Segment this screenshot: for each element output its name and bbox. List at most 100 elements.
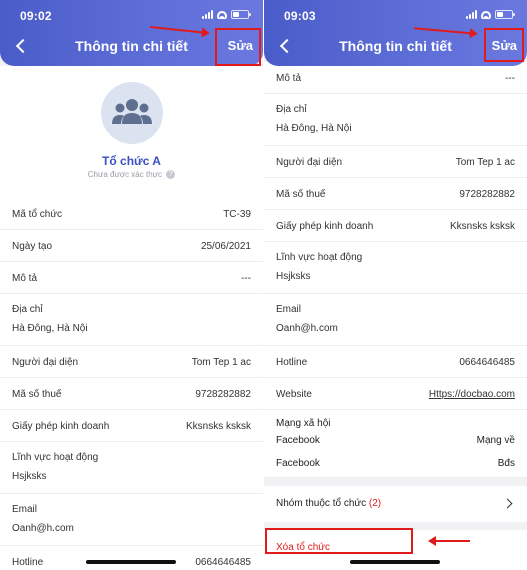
website-link[interactable]: Https://docbao.com (429, 389, 515, 400)
row-label: Hotline (12, 557, 44, 568)
profile-card: Tổ chức A Chưa được xác thực ? (0, 66, 263, 186)
row-address: Địa chỉ Hà Đông, Hà Nội (264, 94, 527, 146)
row-field: Lĩnh vực hoạt động Hsjksks (264, 242, 527, 294)
row-value: Tom Tep 1 ac (455, 157, 515, 168)
right-screen: Mô tả --- Địa chỉ Hà Đông, Hà Nội Người … (264, 0, 527, 570)
row-org-code: Mã tổ chức TC-39 (0, 198, 263, 230)
social-item: Facebook Mạng về (276, 435, 515, 446)
row-label: Mô tả (12, 273, 38, 284)
org-name: Tổ chức A (102, 154, 161, 168)
row-value: 9728282882 (195, 389, 251, 400)
battery-icon (231, 10, 251, 19)
row-label: Người đại diện (276, 157, 343, 168)
delete-highlight-box (265, 528, 413, 554)
row-label: Địa chỉ (276, 104, 307, 115)
row-label: Hotline (276, 357, 308, 368)
row-value: --- (505, 73, 515, 84)
row-value: Hsjksks (12, 471, 47, 482)
row-hotline: Hotline 0664646485 (264, 346, 527, 378)
row-created-date: Ngày tạo 25/06/2021 (0, 230, 263, 262)
row-email: Email Oanh@h.com (0, 494, 263, 546)
spacer (0, 186, 263, 198)
row-value: --- (241, 273, 251, 284)
row-value: 25/06/2021 (200, 241, 251, 252)
row-label: Website (276, 389, 312, 400)
section-gap (264, 478, 527, 486)
row-tax-code: Mã số thuế 9728282882 (0, 378, 263, 410)
social-item: Facebook Bđs (276, 458, 515, 469)
group-membership-row[interactable]: Nhóm thuộc tổ chức (2) (264, 486, 527, 522)
row-website: Website Https://docbao.com (264, 378, 527, 410)
row-representative: Người đại diện Tom Tep 1 ac (0, 346, 263, 378)
annotation-arrow (428, 536, 470, 546)
row-value: 0664646485 (195, 557, 251, 568)
row-label: Ngày tạo (12, 241, 53, 252)
social-value: Bđs (497, 458, 515, 469)
row-tax-code: Mã số thuế 9728282882 (264, 178, 527, 210)
row-value: Kksnsks ksksk (185, 421, 251, 432)
row-label: Mã số thuế (12, 389, 62, 400)
row-label: Lĩnh vực hoạt động (276, 252, 363, 263)
row-label: Người đại diện (12, 357, 79, 368)
help-icon[interactable]: ? (166, 170, 176, 180)
row-hotline: Hotline 0664646485 (0, 546, 263, 570)
row-value: 9728282882 (459, 189, 515, 200)
verify-status: Chưa được xác thực ? (0, 170, 263, 180)
group-count: (2) (368, 498, 382, 509)
row-label: Giấy phép kinh doanh (12, 421, 110, 432)
status-time: 09:02 (20, 9, 52, 23)
detail-list: Mã tổ chức TC-39 Ngày tạo 25/06/2021 Mô … (0, 198, 263, 570)
row-representative: Người đại diện Tom Tep 1 ac (264, 146, 527, 178)
left-screen: 09:02 Thông tin chi tiết Sửa Tổ chức A C… (0, 0, 263, 570)
chevron-right-icon (502, 498, 513, 509)
row-value: Hsjksks (276, 271, 311, 282)
row-label: Nhóm thuộc tổ chức (2) (276, 498, 381, 509)
social-name: Facebook (276, 435, 320, 446)
group-label: Nhóm thuộc tổ chức (276, 498, 367, 509)
row-value: Oanh@h.com (276, 323, 338, 334)
edit-highlight-box (215, 28, 261, 66)
row-field: Lĩnh vực hoạt động Hsjksks (0, 442, 263, 494)
row-value: TC-39 (223, 209, 251, 220)
status-icons (202, 10, 251, 19)
row-label: Giấy phép kinh doanh (276, 221, 374, 232)
signal-icon (466, 10, 477, 19)
row-label: Email (12, 504, 38, 515)
row-label: Mô tả (276, 73, 302, 84)
row-label: Mã số thuế (276, 189, 326, 200)
verify-status-text: Chưa được xác thực (87, 170, 162, 179)
row-value: Hà Đông, Hà Nội (276, 123, 352, 134)
row-description: Mô tả --- (264, 62, 527, 94)
wifi-icon (481, 10, 491, 19)
row-value: Oanh@h.com (12, 523, 74, 534)
detail-content[interactable]: Tổ chức A Chưa được xác thực ? Mã tổ chứ… (0, 66, 263, 570)
social-name: Facebook (276, 458, 320, 469)
row-value: 0664646485 (459, 357, 515, 368)
signal-icon (202, 10, 213, 19)
row-business-license: Giấy phép kinh doanh Kksnsks ksksk (264, 210, 527, 242)
avatar (101, 82, 163, 144)
row-label: Lĩnh vực hoạt động (12, 452, 99, 463)
row-address: Địa chỉ Hà Đông, Hà Nội (0, 294, 263, 346)
row-label: Mã tổ chức (12, 209, 63, 220)
row-description: Mô tả --- (0, 262, 263, 294)
home-indicator[interactable] (350, 560, 440, 564)
social-value: Mạng về (476, 435, 515, 446)
status-time: 09:03 (284, 9, 316, 23)
home-indicator[interactable] (86, 560, 176, 564)
battery-icon (495, 10, 515, 19)
row-label: Mạng xã hội (276, 418, 331, 429)
group-icon (112, 99, 152, 124)
row-value: Tom Tep 1 ac (191, 357, 251, 368)
wifi-icon (217, 10, 227, 19)
row-business-license: Giấy phép kinh doanh Kksnsks ksksk (0, 410, 263, 442)
row-label: Địa chỉ (12, 304, 43, 315)
row-social: Mạng xã hội Facebook Mạng về Facebook Bđ… (264, 410, 527, 478)
edit-highlight-box (484, 28, 524, 62)
status-icons (466, 10, 515, 19)
row-value: Kksnsks ksksk (449, 221, 515, 232)
row-email: Email Oanh@h.com (264, 294, 527, 346)
detail-content[interactable]: Mô tả --- Địa chỉ Hà Đông, Hà Nội Người … (264, 62, 527, 570)
row-value: Hà Đông, Hà Nội (12, 323, 88, 334)
detail-list: Mô tả --- Địa chỉ Hà Đông, Hà Nội Người … (264, 62, 527, 478)
